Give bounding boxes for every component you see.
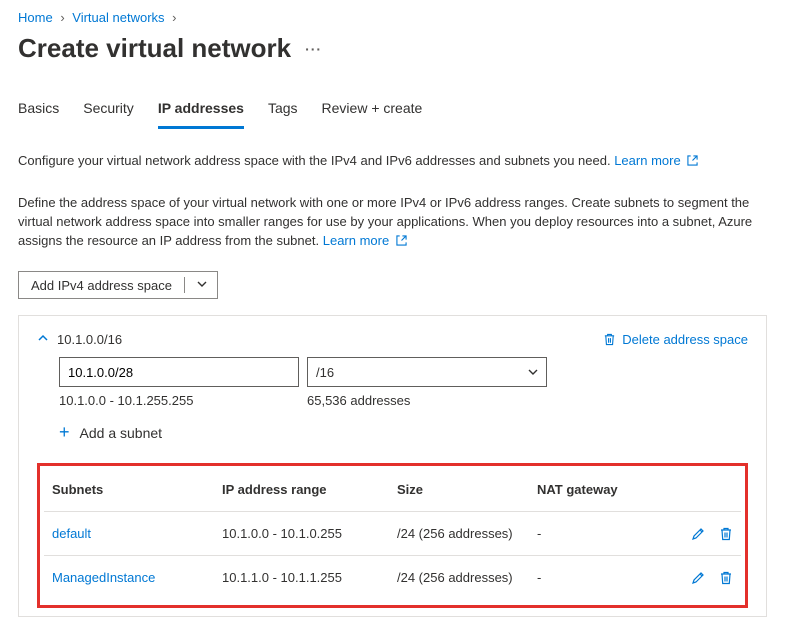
- address-space-title: 10.1.0.0/16: [57, 332, 122, 347]
- address-range-input[interactable]: [59, 357, 299, 387]
- col-header-size: Size: [389, 472, 529, 512]
- address-range-text: 10.1.0.0 - 10.1.255.255: [59, 393, 299, 408]
- collapse-toggle[interactable]: [37, 332, 49, 347]
- chevron-down-icon[interactable]: [197, 279, 207, 292]
- pencil-icon[interactable]: [691, 571, 705, 585]
- intro-text-1: Configure your virtual network address s…: [18, 152, 767, 172]
- tab-ip-addresses[interactable]: IP addresses: [158, 94, 244, 129]
- col-header-nat: NAT gateway: [529, 472, 671, 512]
- table-row: default 10.1.0.0 - 10.1.0.255 /24 (256 a…: [44, 512, 741, 556]
- subnet-nat: -: [529, 512, 671, 556]
- subnets-table-highlight: Subnets IP address range Size NAT gatewa…: [37, 463, 748, 608]
- subnet-link-managedinstance[interactable]: ManagedInstance: [52, 570, 155, 585]
- subnet-size: /24 (256 addresses): [389, 556, 529, 600]
- add-subnet-button[interactable]: + Add a subnet: [59, 422, 748, 443]
- intro-text-2: Define the address space of your virtual…: [18, 194, 767, 252]
- external-link-icon: [687, 153, 698, 172]
- subnet-link-default[interactable]: default: [52, 526, 91, 541]
- page-title-text: Create virtual network: [18, 33, 291, 64]
- subnet-nat: -: [529, 556, 671, 600]
- tabs: Basics Security IP addresses Tags Review…: [18, 94, 767, 130]
- chevron-down-icon: [528, 367, 538, 377]
- learn-more-link-2[interactable]: Learn more: [323, 233, 407, 248]
- breadcrumb: Home › Virtual networks ›: [18, 10, 767, 25]
- subnets-table: Subnets IP address range Size NAT gatewa…: [44, 472, 741, 599]
- prefix-length-select[interactable]: /16: [307, 357, 547, 387]
- pencil-icon[interactable]: [691, 527, 705, 541]
- external-link-icon: [396, 233, 407, 252]
- table-row: ManagedInstance 10.1.1.0 - 10.1.1.255 /2…: [44, 556, 741, 600]
- chevron-right-icon: ›: [60, 10, 64, 25]
- add-address-space-button[interactable]: Add IPv4 address space: [18, 271, 218, 299]
- subnet-range: 10.1.0.0 - 10.1.0.255: [214, 512, 389, 556]
- delete-address-space-button[interactable]: Delete address space: [603, 332, 748, 347]
- learn-more-link-1[interactable]: Learn more: [614, 153, 698, 168]
- tab-review-create[interactable]: Review + create: [322, 94, 423, 129]
- chevron-right-icon: ›: [172, 10, 176, 25]
- button-divider: [184, 277, 185, 293]
- tab-basics[interactable]: Basics: [18, 94, 59, 129]
- subnet-range: 10.1.1.0 - 10.1.1.255: [214, 556, 389, 600]
- col-header-range: IP address range: [214, 472, 389, 512]
- subnet-size: /24 (256 addresses): [389, 512, 529, 556]
- trash-icon: [603, 333, 616, 346]
- page-title: Create virtual network ···: [18, 33, 767, 64]
- address-space-card: 10.1.0.0/16 Delete address space /16 10.…: [18, 315, 767, 617]
- col-header-actions: [671, 472, 741, 512]
- address-count-text: 65,536 addresses: [307, 393, 547, 408]
- col-header-subnets: Subnets: [44, 472, 214, 512]
- breadcrumb-vnets[interactable]: Virtual networks: [72, 10, 164, 25]
- breadcrumb-home[interactable]: Home: [18, 10, 53, 25]
- tab-tags[interactable]: Tags: [268, 94, 298, 129]
- plus-icon: +: [59, 422, 70, 443]
- tab-security[interactable]: Security: [83, 94, 134, 129]
- trash-icon[interactable]: [719, 527, 733, 541]
- more-actions-button[interactable]: ···: [305, 41, 322, 57]
- trash-icon[interactable]: [719, 571, 733, 585]
